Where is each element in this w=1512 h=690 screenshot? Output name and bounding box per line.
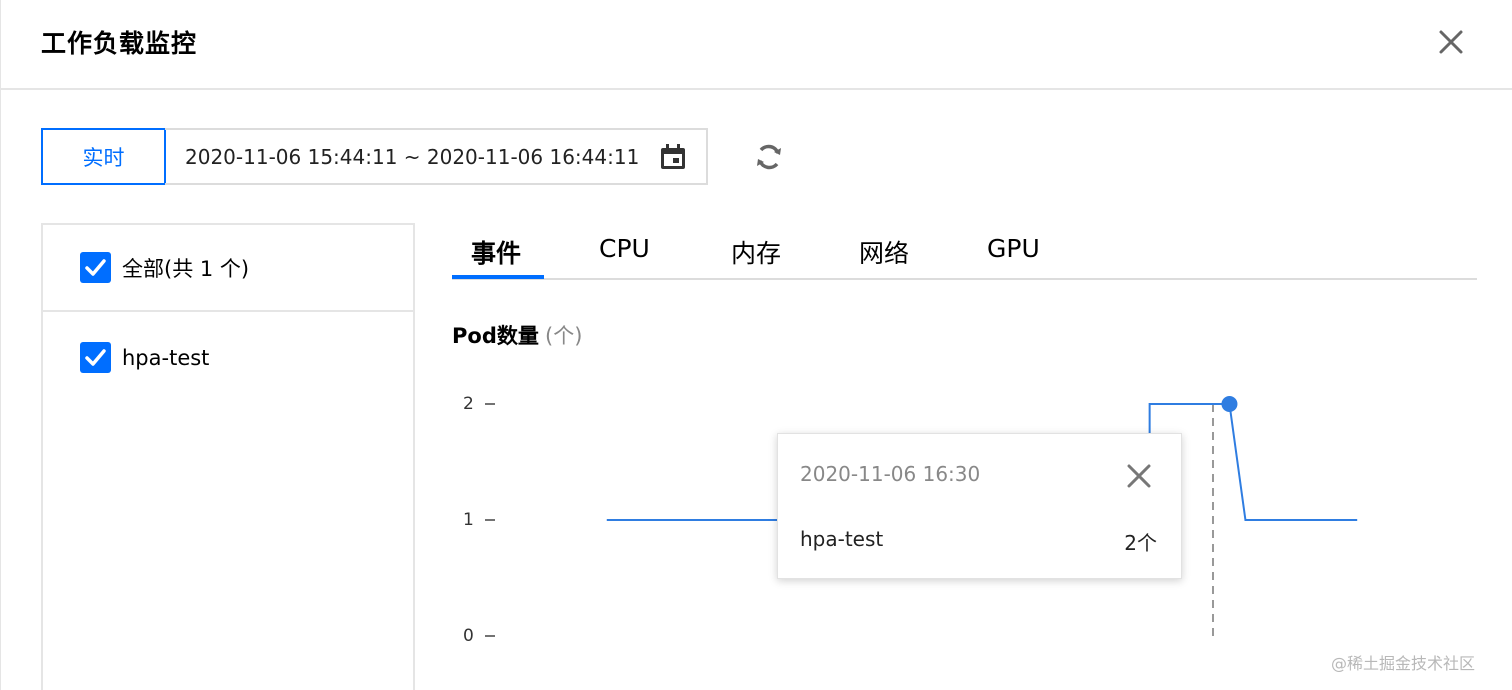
filter-all-row[interactable]: 全部(共 1 个) [43,225,413,312]
watermark: @稀土掘金技术社区 [1331,654,1476,673]
close-icon[interactable] [1433,24,1469,60]
dialog-header: 工作负载监控 [1,0,1512,90]
highlight-point [1221,396,1238,412]
tab-cpu[interactable]: CPU [599,234,650,263]
active-tab-indicator [452,275,544,279]
tab-network[interactable]: 网络 [859,234,909,270]
date-range-picker[interactable]: 2020-11-06 15:44:11 ~ 2020-11-06 16:44:1… [165,128,708,185]
chart-unit: (个) [545,324,583,348]
tab-events[interactable]: 事件 [471,234,521,270]
refresh-icon[interactable] [753,141,785,173]
calendar-icon[interactable] [659,143,687,171]
checkbox-checked-icon[interactable] [80,252,111,283]
filter-item-hpa-test[interactable]: hpa-test [43,314,413,401]
date-range-text: 2020-11-06 15:44:11 ~ 2020-11-06 16:44:1… [185,144,640,169]
checkbox-checked-icon[interactable] [80,342,111,373]
realtime-button[interactable]: 实时 [41,128,166,185]
dialog-title: 工作负载监控 [41,29,198,58]
tooltip-series-value: 2个 [1124,531,1157,555]
metric-tabs: 事件 CPU 内存 网络 GPU [452,224,1477,280]
filter-item-label: hpa-test [122,345,210,370]
tooltip-series-name: hpa-test [800,527,884,551]
chart-tooltip: 2020-11-06 16:30 hpa-test 2个 [777,433,1182,579]
y-tick-label: 0 [463,626,474,646]
tab-memory[interactable]: 内存 [731,234,781,270]
y-tick-label: 1 [463,510,474,530]
workload-filter-panel: 全部(共 1 个) hpa-test [41,223,415,690]
workload-monitor-dialog: 工作负载监控 实时 2020-11-06 15:44:11 ~ 2020-11-… [0,0,1512,690]
tooltip-close-icon[interactable] [1125,462,1153,490]
filter-all-label: 全部(共 1 个) [122,256,250,281]
tooltip-date: 2020-11-06 16:30 [800,462,981,486]
tab-gpu[interactable]: GPU [987,234,1040,263]
chart-title: Pod数量 [452,324,539,348]
y-tick-label: 2 [463,394,474,414]
